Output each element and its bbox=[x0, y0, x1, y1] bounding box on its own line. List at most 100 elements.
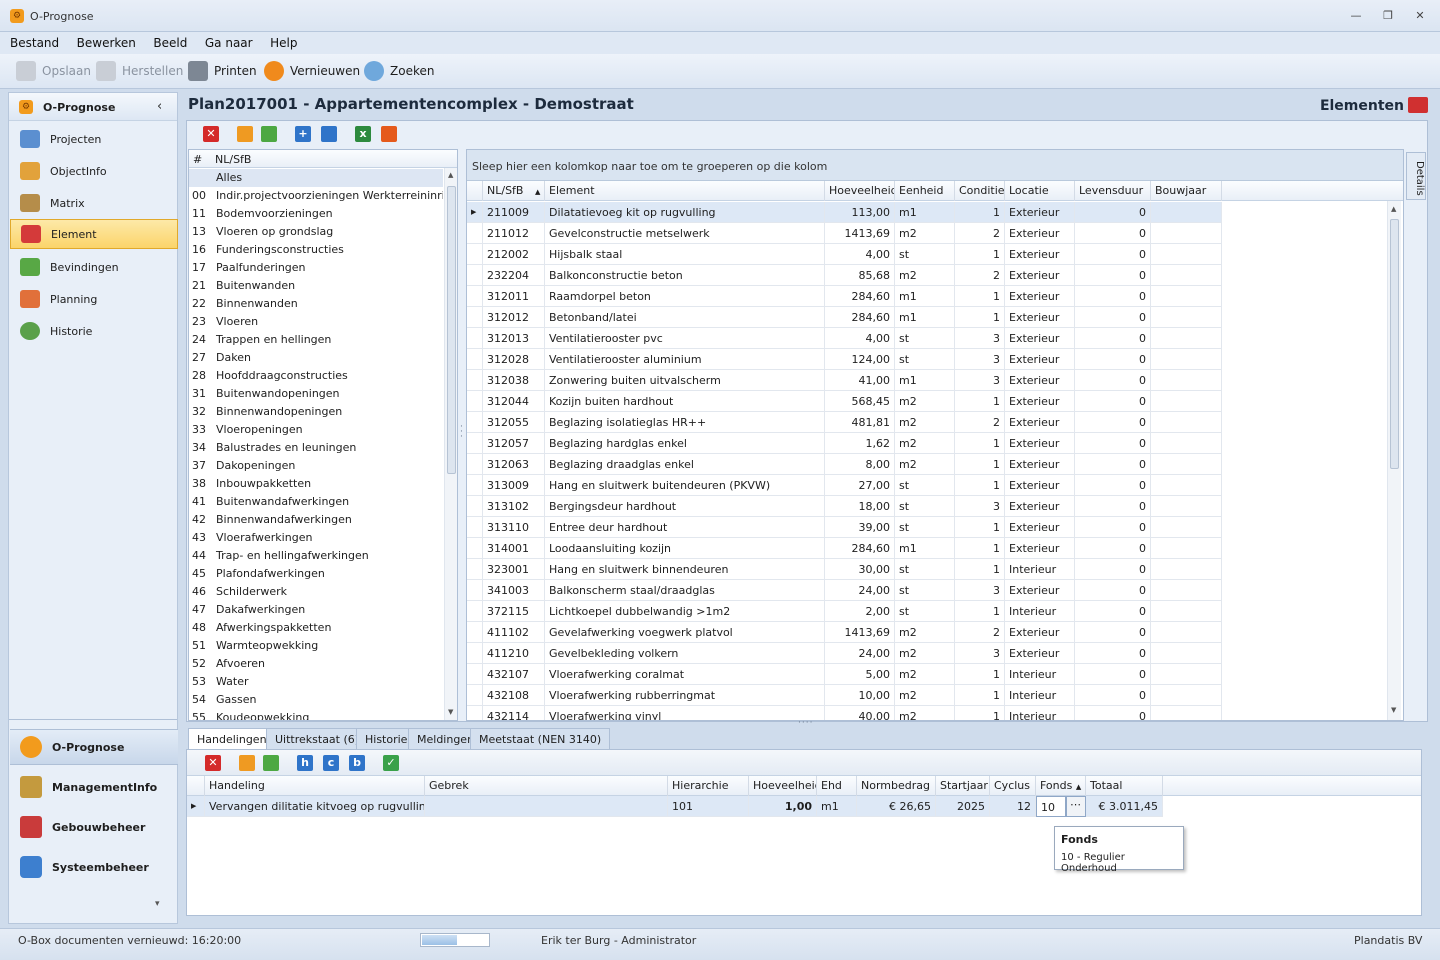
grid-cell-eenheid[interactable]: m2 bbox=[895, 643, 955, 664]
grid-cell-nlsfb[interactable]: 312013 bbox=[483, 328, 545, 349]
save-button[interactable]: Opslaan bbox=[16, 60, 91, 82]
list-item[interactable]: 54 Gassen bbox=[189, 691, 443, 709]
delete-icon[interactable]: ✕ bbox=[205, 755, 221, 771]
grid-cell-nlsfb[interactable]: 432114 bbox=[483, 706, 545, 720]
grid-cell-levensduur[interactable]: 0 bbox=[1075, 223, 1151, 244]
grid-cell-hoeveelheid[interactable]: 8,00 bbox=[825, 454, 895, 475]
grid-cell-bouwjaar[interactable] bbox=[1151, 307, 1222, 328]
grid-cell-eenheid[interactable]: m2 bbox=[895, 433, 955, 454]
list-item[interactable]: 27 Daken bbox=[189, 349, 443, 367]
search-button[interactable]: Zoeken bbox=[364, 60, 434, 82]
menu-help[interactable]: Help bbox=[266, 32, 301, 50]
grid-cell-nlsfb[interactable]: 312055 bbox=[483, 412, 545, 433]
grid-cell-conditie[interactable]: 1 bbox=[955, 601, 1005, 622]
grid-cell-locatie[interactable]: Exterieur bbox=[1005, 622, 1075, 643]
grid-cell-levensduur[interactable]: 0 bbox=[1075, 349, 1151, 370]
grid-cell-bouwjaar[interactable] bbox=[1151, 328, 1222, 349]
grid-cell-nlsfb[interactable]: 313102 bbox=[483, 496, 545, 517]
grid-cell-element[interactable]: Balkonconstructie beton bbox=[545, 265, 825, 286]
grid-cell-locatie[interactable]: Interieur bbox=[1005, 559, 1075, 580]
grid-cell-hoeveelheid[interactable]: 284,60 bbox=[825, 307, 895, 328]
details-side-tab[interactable]: Details bbox=[1406, 152, 1426, 200]
grid-cell-nlsfb[interactable]: 312038 bbox=[483, 370, 545, 391]
grid-cell-element[interactable]: Kozijn buiten hardhout bbox=[545, 391, 825, 412]
module-o-prognose[interactable]: O-Prognose bbox=[10, 729, 178, 765]
action-cell-ehd[interactable]: m1 bbox=[817, 796, 857, 817]
grid-cell-element[interactable]: Dilatatievoeg kit op rugvulling bbox=[545, 202, 825, 223]
splitter-grip-icon[interactable]: ···· bbox=[798, 718, 813, 728]
grid-cell-conditie[interactable]: 1 bbox=[955, 664, 1005, 685]
grid-cell-eenheid[interactable]: st bbox=[895, 601, 955, 622]
list-item[interactable]: 00 Indir.projectvoorzieningen Werkterrein… bbox=[189, 187, 443, 205]
action-cell-handeling[interactable]: Vervangen dilitatie kitvoeg op rugvullin… bbox=[205, 796, 425, 817]
grid-cell-levensduur[interactable]: 0 bbox=[1075, 706, 1151, 720]
nav-item-bevindingen[interactable]: Bevindingen bbox=[10, 252, 178, 282]
grid-cell-hoeveelheid[interactable]: 24,00 bbox=[825, 580, 895, 601]
grid-col-bouwjaar[interactable]: Bouwjaar bbox=[1151, 181, 1222, 201]
grid-cell-levensduur[interactable]: 0 bbox=[1075, 307, 1151, 328]
table-row[interactable]: 312013 Ventilatierooster pvc 4,00 st 3 Exteri… bbox=[467, 328, 1222, 349]
grid-cell-bouwjaar[interactable] bbox=[1151, 286, 1222, 307]
list-item[interactable]: 41 Buitenwandafwerkingen bbox=[189, 493, 443, 511]
actions-col-hoeveelheid[interactable]: Hoeveelheid bbox=[749, 776, 817, 796]
actions-col-handeling[interactable]: Handeling bbox=[205, 776, 425, 796]
grid-cell-hoeveelheid[interactable]: 5,00 bbox=[825, 664, 895, 685]
grid-cell-nlsfb[interactable]: 212002 bbox=[483, 244, 545, 265]
scroll-down-icon[interactable]: ▼ bbox=[448, 708, 453, 716]
grid-cell-eenheid[interactable]: m2 bbox=[895, 454, 955, 475]
ellipsis-button-icon[interactable]: ⋯ bbox=[1066, 796, 1086, 817]
grid-cell-element[interactable]: Bergingsdeur hardhout bbox=[545, 496, 825, 517]
grid-cell-nlsfb[interactable]: 211012 bbox=[483, 223, 545, 244]
grid-cell-eenheid[interactable]: m1 bbox=[895, 370, 955, 391]
grid-cell-levensduur[interactable]: 0 bbox=[1075, 412, 1151, 433]
grid-cell-nlsfb[interactable]: 232204 bbox=[483, 265, 545, 286]
grid-cell-levensduur[interactable]: 0 bbox=[1075, 244, 1151, 265]
grid-cell-bouwjaar[interactable] bbox=[1151, 538, 1222, 559]
grid-cell-nlsfb[interactable]: 372115 bbox=[483, 601, 545, 622]
action-cell-normbedrag[interactable]: € 26,65 bbox=[857, 796, 936, 817]
list-item[interactable]: Alles bbox=[189, 169, 443, 187]
grid-cell-bouwjaar[interactable] bbox=[1151, 349, 1222, 370]
menu-beeld[interactable]: Beeld bbox=[149, 32, 191, 50]
list-item[interactable]: 45 Plafondafwerkingen bbox=[189, 565, 443, 583]
table-row[interactable]: 211012 Gevelconstructie metselwerk 1413,69… bbox=[467, 223, 1222, 244]
list-item[interactable]: 48 Afwerkingspakketten bbox=[189, 619, 443, 637]
grid-cell-element[interactable]: Vloerafwerking rubberringmat bbox=[545, 685, 825, 706]
table-row[interactable]: 372115 Lichtkoepel dubbelwandig >1m2 2,00 s… bbox=[467, 601, 1222, 622]
actions-col-startjaar[interactable]: Startjaar bbox=[936, 776, 990, 796]
grid-cell-eenheid[interactable]: st bbox=[895, 349, 955, 370]
grid-cell-element[interactable]: Beglazing hardglas enkel bbox=[545, 433, 825, 454]
grid-cell-bouwjaar[interactable] bbox=[1151, 643, 1222, 664]
grid-cell-eenheid[interactable]: st bbox=[895, 559, 955, 580]
grid-cell-levensduur[interactable]: 0 bbox=[1075, 517, 1151, 538]
grid-cell-locatie[interactable]: Exterieur bbox=[1005, 538, 1075, 559]
grid-cell-nlsfb[interactable]: 312028 bbox=[483, 349, 545, 370]
nav-item-projecten[interactable]: Projecten bbox=[10, 124, 178, 154]
grid-cell-levensduur[interactable]: 0 bbox=[1075, 391, 1151, 412]
actions-col-gebrek[interactable]: Gebrek bbox=[425, 776, 668, 796]
grid-cell-bouwjaar[interactable] bbox=[1151, 601, 1222, 622]
table-row[interactable]: 313102 Bergingsdeur hardhout 18,00 st 3 Exter… bbox=[467, 496, 1222, 517]
grid-cell-hoeveelheid[interactable]: 85,68 bbox=[825, 265, 895, 286]
grid-cell-levensduur[interactable]: 0 bbox=[1075, 538, 1151, 559]
window-icon[interactable] bbox=[263, 755, 279, 771]
grid-cell-conditie[interactable]: 3 bbox=[955, 349, 1005, 370]
grid-cell-hoeveelheid[interactable]: 30,00 bbox=[825, 559, 895, 580]
grid-cell-locatie[interactable]: Exterieur bbox=[1005, 496, 1075, 517]
actions-col-ehd[interactable]: Ehd bbox=[817, 776, 857, 796]
grid-cell-hoeveelheid[interactable]: 481,81 bbox=[825, 412, 895, 433]
grid-cell-element[interactable]: Lichtkoepel dubbelwandig >1m2 bbox=[545, 601, 825, 622]
grid-cell-eenheid[interactable]: m2 bbox=[895, 412, 955, 433]
list-item[interactable]: 44 Trap- en hellingafwerkingen bbox=[189, 547, 443, 565]
grid-cell-bouwjaar[interactable] bbox=[1151, 622, 1222, 643]
list-item[interactable]: 21 Buitenwanden bbox=[189, 277, 443, 295]
list-item[interactable]: 16 Funderingsconstructies bbox=[189, 241, 443, 259]
list-scroll-thumb[interactable] bbox=[447, 186, 456, 474]
grid-col-conditie[interactable]: Conditie bbox=[955, 181, 1005, 201]
grid-cell-element[interactable]: Vloerafwerking coralmat bbox=[545, 664, 825, 685]
grid-cell-element[interactable]: Hijsbalk staal bbox=[545, 244, 825, 265]
table-row[interactable]: 313110 Entree deur hardhout 39,00 st 1 Exteri… bbox=[467, 517, 1222, 538]
grid-cell-bouwjaar[interactable] bbox=[1151, 433, 1222, 454]
grid-cell-conditie[interactable]: 2 bbox=[955, 622, 1005, 643]
table-row[interactable]: 312063 Beglazing draadglas enkel 8,00 m2 1 Ex… bbox=[467, 454, 1222, 475]
